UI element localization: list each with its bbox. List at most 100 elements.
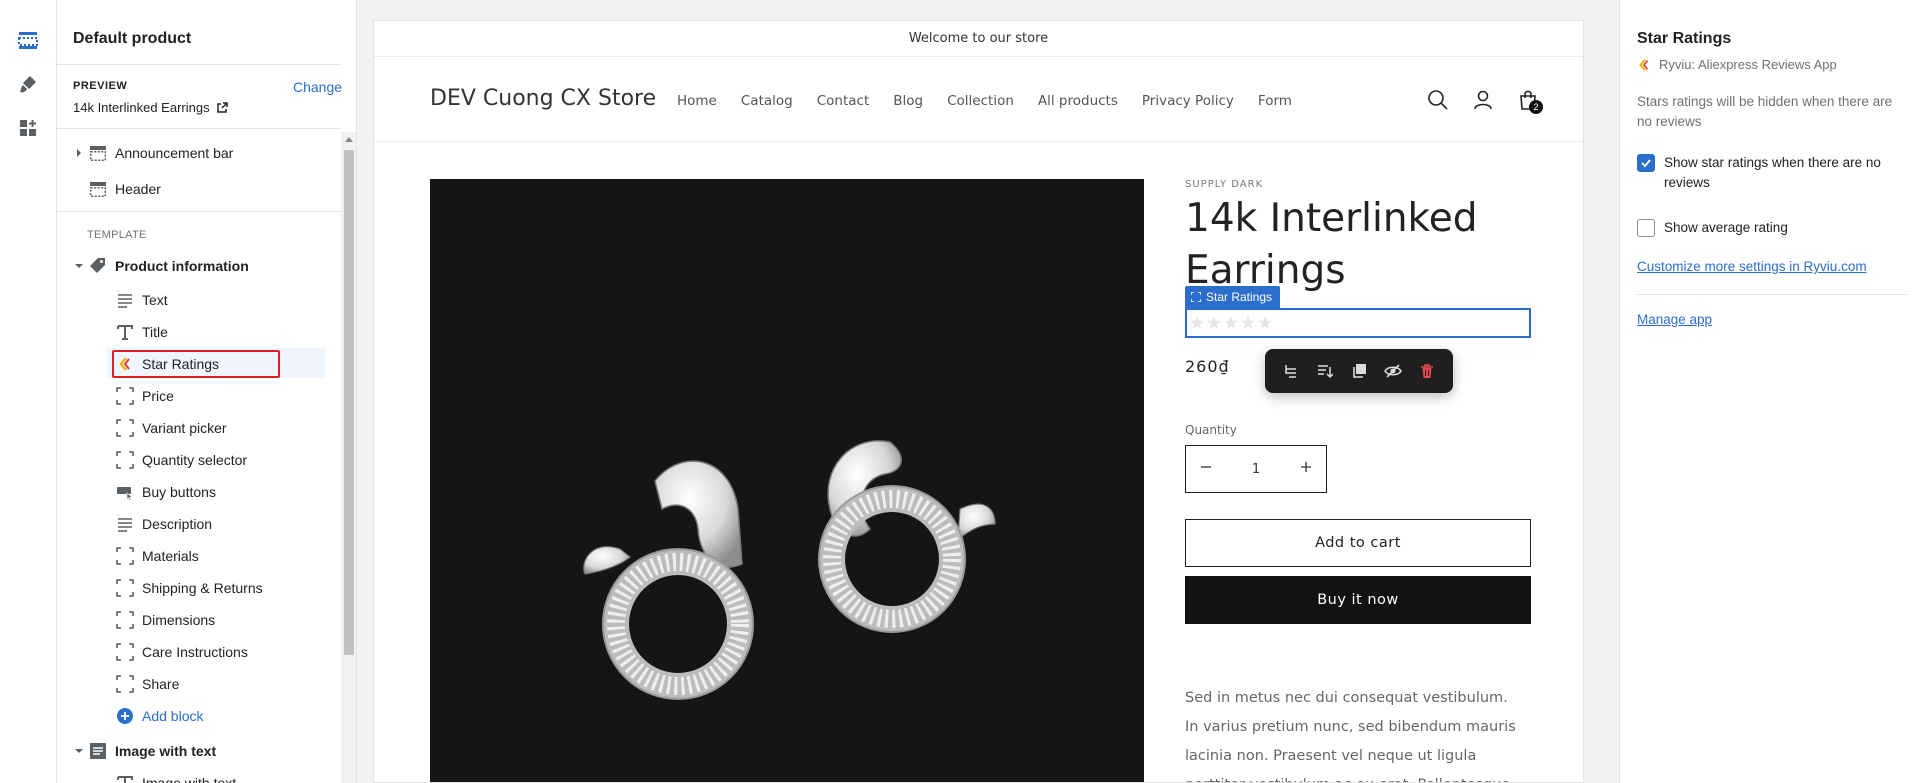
block-icon [114, 577, 136, 599]
nav-home[interactable]: Home [677, 93, 717, 109]
block-icon [114, 641, 136, 663]
image-text-icon [87, 740, 109, 762]
change-preview-link[interactable]: Change [293, 79, 342, 95]
checkbox-label: Show average rating [1664, 220, 1788, 235]
ryviu-icon [1639, 58, 1649, 71]
block-image-with-text-partial[interactable]: Image with text [114, 768, 236, 783]
announcement-bar: Welcome to our store [374, 21, 1583, 57]
minus-icon[interactable] [1200, 461, 1212, 477]
caret-down-icon[interactable] [74, 746, 84, 756]
customize-settings-link[interactable]: Customize more settings in Ryviu.com [1637, 259, 1867, 274]
block-text[interactable]: Text [114, 285, 168, 315]
theme-editor: Default product PREVIEW Change 14k Inter… [0, 0, 1918, 783]
product-info: SUPPLY DARK 14k Interlinked Earrings Sta… [1185, 179, 1531, 782]
text-icon [114, 289, 136, 311]
block-price[interactable]: Price [114, 381, 174, 411]
account-icon[interactable] [1469, 86, 1497, 114]
section-image-with-text[interactable]: Image with text [87, 736, 216, 766]
hide-icon[interactable] [1379, 357, 1407, 385]
block-description[interactable]: Description [114, 509, 212, 539]
checkbox-checked[interactable] [1637, 154, 1655, 172]
section-icon [87, 178, 109, 200]
add-block-label: Add block [142, 708, 204, 724]
block-shipping-returns[interactable]: Shipping & Returns [114, 573, 263, 603]
theme-settings-icon[interactable] [12, 68, 44, 100]
add-block-button[interactable]: Add block [114, 701, 203, 731]
search-icon[interactable] [1424, 86, 1452, 114]
block-title[interactable]: Title [114, 317, 168, 347]
nav-collection[interactable]: Collection [947, 93, 1014, 109]
plus-circle-icon [114, 705, 136, 727]
nav-privacy-policy[interactable]: Privacy Policy [1142, 93, 1234, 109]
block-label: Description [142, 516, 213, 532]
block-share[interactable]: Share [114, 669, 179, 699]
star-icon [1190, 316, 1204, 329]
manage-app-link[interactable]: Manage app [1637, 312, 1712, 327]
nav-contact[interactable]: Contact [817, 93, 870, 109]
nav-form[interactable]: Form [1258, 93, 1292, 109]
store-logo-text[interactable]: DEV Cuong CX Store [430, 86, 656, 111]
plus-icon[interactable] [1300, 461, 1312, 477]
block-icon [114, 609, 136, 631]
buy-it-now-button[interactable]: Buy it now [1185, 576, 1531, 624]
block-materials[interactable]: Materials [114, 541, 199, 571]
block-variant-picker[interactable]: Variant picker [114, 413, 227, 443]
selected-block-tag[interactable]: Star Ratings [1185, 286, 1281, 308]
checkbox-unchecked[interactable] [1637, 219, 1655, 237]
section-label: Announcement bar [115, 145, 234, 161]
text-icon [114, 513, 136, 535]
select-parent-icon[interactable] [1277, 357, 1305, 385]
block-settings-panel: Star Ratings Ryviu: Aliexpress Reviews A… [1619, 0, 1918, 783]
show-average-rating-checkbox[interactable]: Show average rating [1637, 218, 1788, 238]
icon-rail [0, 0, 57, 783]
app-embeds-icon[interactable] [12, 112, 44, 144]
section-product-information[interactable]: Product information [87, 251, 249, 281]
quantity-stepper[interactable]: 1 [1185, 445, 1327, 493]
divider [57, 211, 341, 212]
app-source: Ryviu: Aliexpress Reviews App [1637, 57, 1837, 72]
external-link-icon [216, 101, 228, 113]
store-preview: Welcome to our store DEV Cuong CX Store … [373, 20, 1584, 783]
section-header[interactable]: Header [87, 174, 161, 204]
caret-right-icon[interactable] [74, 148, 84, 158]
section-icon [87, 142, 109, 164]
checkmark-icon [1641, 159, 1651, 168]
divider [57, 64, 341, 65]
product-image[interactable] [430, 179, 1144, 782]
delete-icon[interactable] [1413, 357, 1441, 385]
nav-blog[interactable]: Blog [893, 93, 923, 109]
earrings-image [583, 440, 996, 700]
block-icon [114, 417, 136, 439]
star-icon [1241, 316, 1255, 329]
announcement-text: Welcome to our store [908, 31, 1049, 46]
buy-buttons-icon [114, 481, 136, 503]
star-ratings-block[interactable] [1185, 308, 1531, 338]
section-announcement-bar[interactable]: Announcement bar [87, 138, 233, 168]
scrollbar-thumb[interactable] [344, 150, 354, 655]
store-header: DEV Cuong CX Store Home Catalog Contact … [374, 58, 1583, 142]
duplicate-icon[interactable] [1345, 357, 1373, 385]
block-label: Quantity selector [142, 452, 248, 468]
block-icon [114, 673, 136, 695]
nav-all-products[interactable]: All products [1038, 93, 1118, 109]
scroll-up-icon[interactable] [345, 136, 353, 142]
block-dimensions[interactable]: Dimensions [114, 605, 215, 635]
preview-product[interactable]: 14k Interlinked Earrings [73, 100, 228, 115]
block-label: Care Instructions [142, 644, 248, 660]
sections-icon[interactable] [12, 24, 44, 56]
star-icon [1224, 316, 1238, 329]
block-buy-buttons[interactable]: Buy buttons [114, 477, 216, 507]
add-to-cart-button[interactable]: Add to cart [1185, 519, 1531, 567]
quantity-value[interactable]: 1 [1252, 462, 1260, 477]
red-annotation-box [112, 350, 280, 378]
block-quantity-selector[interactable]: Quantity selector [114, 445, 247, 475]
divider [57, 128, 341, 129]
nav-catalog[interactable]: Catalog [741, 93, 793, 109]
block-care-instructions[interactable]: Care Instructions [114, 637, 248, 667]
show-ratings-no-reviews-checkbox[interactable]: Show star ratings when there are no revi… [1637, 153, 1907, 193]
cart-icon[interactable]: 2 [1514, 86, 1543, 114]
divider [1637, 294, 1907, 295]
move-icon[interactable] [1311, 357, 1339, 385]
sidebar-scrollbar[interactable] [341, 132, 356, 783]
caret-down-icon[interactable] [74, 261, 84, 271]
